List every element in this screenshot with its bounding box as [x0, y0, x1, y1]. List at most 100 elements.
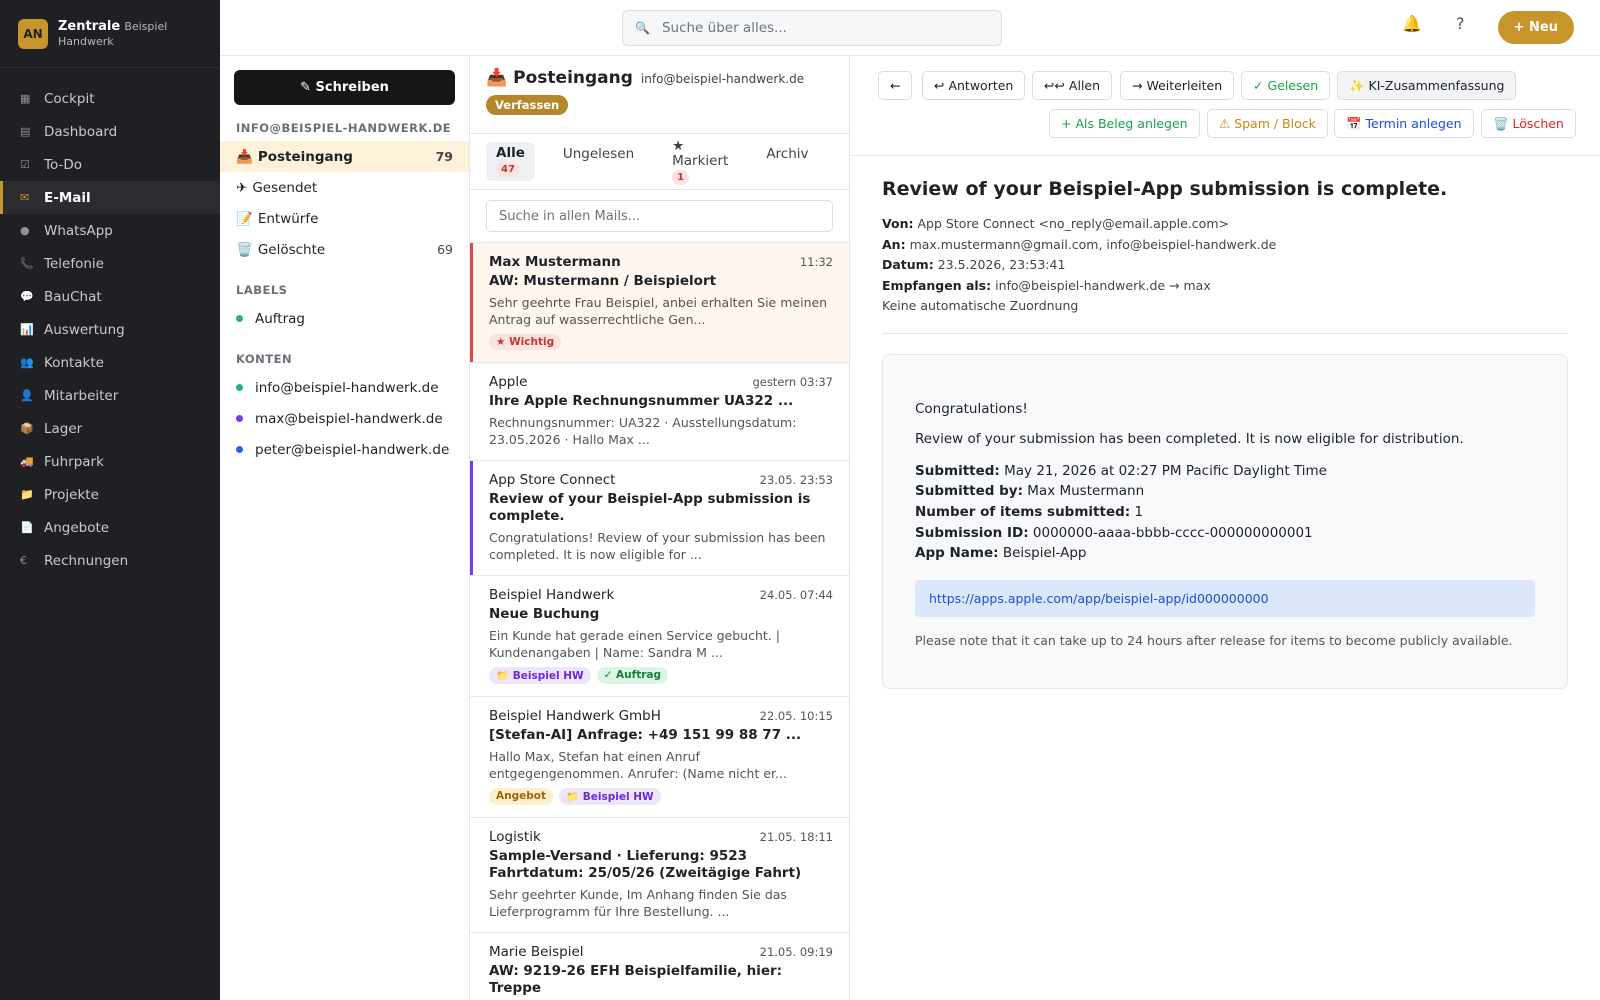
label-auftrag[interactable]: Auftrag: [220, 303, 469, 334]
mark-read-button[interactable]: ✓ Gelesen: [1241, 71, 1331, 100]
tab-badge: 47: [496, 162, 520, 177]
mail-item[interactable]: App Store Connect 23.05. 23:53 Review of …: [470, 461, 849, 576]
nav-label: Telefonie: [44, 255, 104, 272]
chat-icon: 💬: [20, 290, 34, 303]
tab-archiv[interactable]: Archiv: [756, 143, 818, 180]
global-search-input[interactable]: [661, 20, 982, 36]
mail-list-address: info@beispiel-handwerk.de: [640, 72, 805, 86]
back-button[interactable]: ←: [878, 71, 913, 100]
mail-item[interactable]: Beispiel Handwerk 24.05. 07:44 Neue Buchu…: [470, 576, 849, 697]
nav-item-auswertung[interactable]: 📊 Auswertung: [0, 313, 220, 346]
account-label: info@beispiel-handwerk.de: [255, 379, 439, 396]
nav-item-rechnungen[interactable]: € Rechnungen: [0, 544, 220, 577]
nav-item-cockpit[interactable]: ▦ Cockpit: [0, 82, 220, 115]
nav-item-whatsapp[interactable]: ● WhatsApp: [0, 214, 220, 247]
spam-block-button[interactable]: ⚠ Spam / Block: [1207, 109, 1328, 138]
nav-item-fuhrpark[interactable]: 🚚 Fuhrpark: [0, 445, 220, 478]
meta-label: Empfangen als:: [882, 277, 992, 293]
nav-label: WhatsApp: [44, 222, 113, 239]
app-sidebar: AN Zentrale Beispiel Handwerk ▦ Cockpit ▤…: [0, 0, 220, 1000]
nav-item-lager[interactable]: 📦 Lager: [0, 412, 220, 445]
mail-sender: Beispiel Handwerk GmbH: [489, 708, 661, 724]
tag-auftrag: ✓ Auftrag: [596, 667, 668, 684]
nav-item-mitarbeiter[interactable]: 👤 Mitarbeiter: [0, 379, 220, 412]
reply-button[interactable]: ↩ Antworten: [922, 71, 1026, 100]
accounts-title: KONTEN: [236, 352, 293, 366]
field-value: 0000000-aaaa-bbbb-cccc-000000000001: [1032, 524, 1313, 541]
mail-time: 21.05. 09:19: [759, 945, 833, 959]
help-icon[interactable]: ?: [1456, 14, 1465, 33]
tab-badge: 1: [672, 169, 690, 185]
account-info[interactable]: info@beispiel-handwerk.de: [220, 372, 469, 403]
account-max[interactable]: max@beispiel-handwerk.de: [220, 403, 469, 434]
forward-button[interactable]: → Weiterleiten: [1120, 71, 1235, 100]
tab-markiert[interactable]: ★ Markiert 1: [662, 135, 738, 189]
tab-label: Ungelesen: [562, 146, 635, 162]
folder-count: 79: [435, 149, 453, 164]
mail-subject: Neue Buchung: [489, 606, 600, 622]
mail-item[interactable]: Beispiel Handwerk GmbH 22.05. 10:15 [Stef…: [470, 697, 849, 818]
reply-all-button[interactable]: ↩↩ Allen: [1032, 71, 1113, 100]
nav-item-telefonie[interactable]: 📞 Telefonie: [0, 247, 220, 280]
divider: [882, 332, 1568, 334]
tab-ungelesen[interactable]: Ungelesen: [553, 143, 644, 180]
nav-item-bauchat[interactable]: 💬 BauChat: [0, 280, 220, 313]
folder-drafts[interactable]: 📝 Entwürfe: [220, 203, 469, 234]
folder-deleted[interactable]: 🗑️ Gelöschte 69: [220, 234, 469, 265]
tab-alle[interactable]: Alle 47: [486, 142, 535, 181]
app-store-link[interactable]: https://apps.apple.com/app/beispiel-app/…: [915, 580, 1535, 618]
field-submitted-by: Submitted by: Max Mustermann: [915, 481, 1535, 502]
mail-item[interactable]: Logistik 21.05. 18:11 Sample-Versand · Li…: [470, 818, 849, 933]
compose-badge[interactable]: Verfassen: [486, 95, 569, 115]
tag-important: ★ Wichtig: [489, 334, 562, 350]
nav-label: BauChat: [44, 288, 102, 305]
nav-item-kontakte[interactable]: 👥 Kontakte: [0, 346, 220, 379]
create-appointment-button[interactable]: 📅 Termin anlegen: [1334, 109, 1474, 138]
delete-button[interactable]: 🗑️ Löschen: [1481, 109, 1576, 138]
compose-button[interactable]: ✎ Schreiben: [234, 70, 455, 105]
nav-label: Rechnungen: [44, 552, 129, 569]
mail-time: 23.05. 23:53: [759, 473, 833, 487]
brand[interactable]: AN Zentrale Beispiel Handwerk: [0, 0, 220, 68]
mail-tabs: Alle 47 Ungelesen ★ Markiert 1 Archiv: [470, 134, 849, 190]
mail-time: 11:32: [799, 255, 833, 269]
ai-summary-button[interactable]: ✨ KI-Zusammenfassung: [1337, 71, 1517, 100]
bell-icon[interactable]: 🔔: [1402, 14, 1422, 33]
mail-sender: Logistik: [489, 829, 541, 845]
folder-inbox[interactable]: 📥 Posteingang 79: [220, 141, 469, 172]
mail-search-input[interactable]: [486, 200, 833, 232]
nav-item-todo[interactable]: ☑ To-Do: [0, 148, 220, 181]
trash-icon: 🗑️: [236, 241, 253, 258]
create-voucher-button[interactable]: + Als Beleg anlegen: [1049, 109, 1200, 138]
account-dot: [236, 384, 243, 391]
mail-time: gestern 03:37: [752, 375, 833, 389]
nav-label: Mitarbeiter: [44, 387, 119, 404]
mail-item[interactable]: Apple gestern 03:37 Ihre Apple Rechnungsn…: [470, 363, 849, 461]
reader-body: Review of your Beispiel-App submission i…: [850, 156, 1600, 711]
mail-note: Please note that it can take up to 24 ho…: [915, 633, 1513, 649]
global-search[interactable]: 🔍: [622, 10, 1002, 46]
folder-sent[interactable]: ✈ Gesendet: [220, 172, 469, 203]
label-dot: [236, 315, 243, 322]
whatsapp-icon: ●: [20, 224, 30, 237]
folder-label: Gelöschte: [257, 241, 326, 258]
nav-item-projekte[interactable]: 📁 Projekte: [0, 478, 220, 511]
nav-label: Projekte: [44, 486, 99, 503]
truck-icon: 🚚: [20, 455, 34, 468]
nav-item-email[interactable]: ✉ E-Mail: [0, 181, 220, 214]
account-peter[interactable]: peter@beispiel-handwerk.de: [220, 434, 469, 465]
nav-item-angebote[interactable]: 📄 Angebote: [0, 511, 220, 544]
mail-item[interactable]: Max Mustermann 11:32 AW: Mustermann / Bei…: [470, 243, 849, 363]
mail-subject: Ihre Apple Rechnungsnummer UA322 ...: [489, 393, 794, 409]
document-icon: 📄: [20, 521, 34, 534]
mail-preview: Sehr geehrter Kunde, Im Anhang finden Si…: [489, 887, 787, 919]
mail-list: 📥 Posteingang info@beispiel-handwerk.de …: [470, 56, 850, 1000]
new-button[interactable]: + Neu: [1497, 11, 1574, 44]
phone-icon: 📞: [20, 257, 34, 270]
inbox-icon: 📥: [486, 68, 508, 88]
nav-item-dashboard[interactable]: ▤ Dashboard: [0, 115, 220, 148]
mail-item[interactable]: Marie Beispiel 21.05. 09:19 AW: 9219-26 E…: [470, 933, 849, 1000]
nav-label: Cockpit: [44, 90, 95, 107]
mail-preview: Rechnungsnummer: UA322 · Ausstellungsdat…: [489, 415, 797, 447]
folder-icon: 📁: [20, 488, 34, 501]
